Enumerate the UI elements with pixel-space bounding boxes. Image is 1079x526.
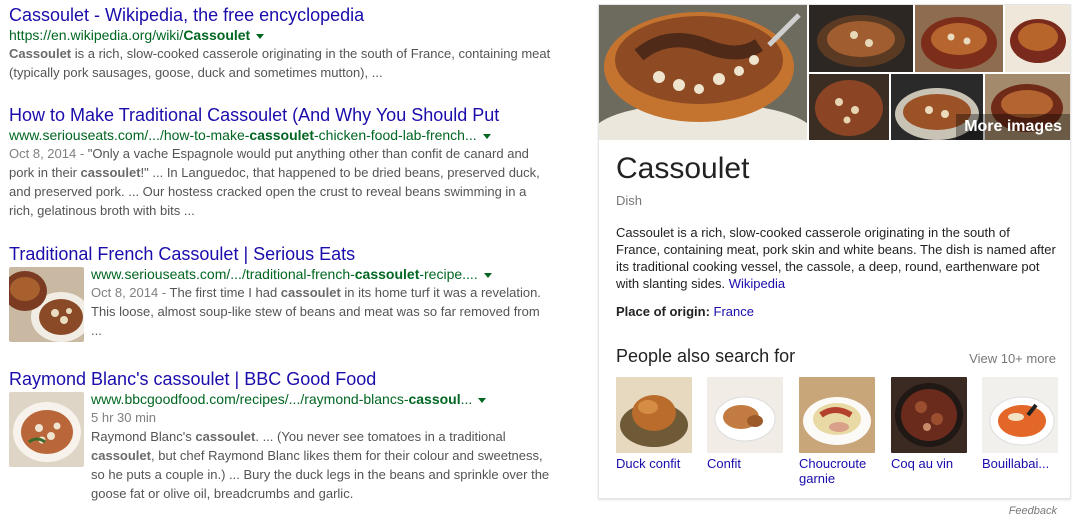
result-title[interactable]: Raymond Blanc's cassoulet | BBC Good Foo… [9, 368, 554, 390]
dropdown-arrow-icon[interactable] [256, 33, 265, 39]
image-main[interactable] [599, 5, 807, 140]
snippet-text: is a rich, slow-cooked casserole origina… [9, 46, 551, 80]
image-thumb-4[interactable] [809, 74, 889, 140]
dropdown-arrow-icon[interactable] [478, 397, 487, 403]
result-title[interactable]: Traditional French Cassoulet | Serious E… [9, 243, 554, 265]
snippet-text: "Only a vache Espagnole would put anythi… [9, 146, 540, 218]
place-of-origin: Place of origin: France [616, 304, 754, 319]
pasf-image [982, 377, 1058, 453]
panel-title: Cassoulet [616, 152, 750, 185]
result-url: www.bbcgoodfood.com/recipes/.../raymond-… [91, 390, 554, 408]
wikipedia-link[interactable]: Wikipedia [729, 276, 785, 291]
snippet-keyword: cassoulet [195, 429, 256, 444]
pasf-item-coq-au-vin[interactable]: Coq au vin [891, 377, 967, 471]
result-1: Cassoulet - Wikipedia, the free encyclop… [9, 4, 554, 82]
panel-description: Cassoulet is a rich, slow-cooked cassero… [616, 224, 1056, 292]
url-text: www.seriouseats.com/.../traditional-fren… [91, 266, 355, 282]
result-date: Oct 8, 2014 - [91, 285, 170, 300]
snippet-keyword: Cassoulet [9, 46, 72, 61]
result-thumbnail[interactable] [9, 267, 84, 342]
pasf-label: Confit [707, 456, 741, 471]
snippet-text: , but chef Raymond Blanc likes them for … [91, 448, 550, 501]
description-text: Cassoulet is a rich, slow-cooked cassero… [616, 225, 1056, 291]
snippet-keyword: cassoulet [91, 448, 151, 463]
snippet-keyword: cassoulet [80, 165, 141, 180]
panel-subtitle: Dish [616, 193, 643, 208]
image-strip: More images [599, 5, 1070, 140]
image-thumb-1[interactable] [809, 5, 913, 72]
url-bold: cassoul [408, 391, 461, 407]
result-snippet: Oct 8, 2014 - The first time I had casso… [91, 283, 554, 340]
dropdown-arrow-icon[interactable] [482, 133, 491, 139]
more-images-button[interactable]: More images [956, 114, 1070, 140]
result-snippet: Oct 8, 2014 - "Only a vache Espagnole wo… [9, 144, 554, 220]
result-snippet: Raymond Blanc's cassoulet. ... (You neve… [91, 427, 554, 503]
url-bold: Cassoulet [183, 27, 251, 43]
result-url: www.seriouseats.com/.../how-to-make-cass… [9, 126, 554, 144]
pasf-item-choucroute-garnie[interactable]: Choucroute garnie [799, 377, 875, 486]
snippet-text: Raymond Blanc's [91, 429, 196, 444]
url-tail: -recipe.... [419, 266, 478, 282]
origin-link[interactable]: France [714, 304, 754, 319]
feedback-link[interactable]: Feedback [1009, 505, 1057, 517]
result-url: www.seriouseats.com/.../traditional-fren… [91, 265, 554, 283]
image-thumb-3[interactable] [1005, 5, 1070, 72]
recipe-duration: 5 hr 30 min [91, 410, 157, 425]
result-4: Raymond Blanc's cassoulet | BBC Good Foo… [9, 368, 554, 503]
url-text: https://en.wikipedia.org/wiki/ [9, 27, 184, 43]
pasf-image [616, 377, 692, 453]
pasf-label: Duck confit [616, 456, 681, 471]
result-3: Traditional French Cassoulet | Serious E… [9, 243, 554, 342]
result-url: https://en.wikipedia.org/wiki/Cassoulet [9, 26, 554, 44]
url-tail: -chicken-food-lab-french... [314, 127, 477, 143]
url-text: www.bbcgoodfood.com/recipes/.../raymond-… [91, 391, 409, 407]
pasf-item-confit[interactable]: Confit [707, 377, 783, 471]
url-text: www.seriouseats.com/.../how-to-make- [9, 127, 250, 143]
image-thumb-2[interactable] [915, 5, 1003, 72]
url-bold: cassoulet [354, 266, 420, 282]
result-2: How to Make Traditional Cassoulet (And W… [9, 104, 554, 220]
result-thumbnail[interactable] [9, 392, 84, 467]
snippet-text: The first time I had [169, 285, 281, 300]
result-title[interactable]: How to Make Traditional Cassoulet (And W… [9, 104, 554, 126]
pasf-image [799, 377, 875, 453]
pasf-item-bouillabaisse[interactable]: Bouillabai... [982, 377, 1058, 471]
pasf-item-duck-confit[interactable]: Duck confit [616, 377, 692, 471]
origin-label: Place of origin: [616, 304, 714, 319]
url-tail: ... [460, 391, 473, 407]
knowledge-panel: More images Cassoulet Dish Cassoulet is … [598, 4, 1071, 499]
view-more-link[interactable]: View 10+ more [969, 351, 1056, 366]
result-snippet: Cassoulet is a rich, slow-cooked cassero… [9, 44, 554, 82]
snippet-keyword: cassoulet [280, 285, 341, 300]
pasf-image [891, 377, 967, 453]
dropdown-arrow-icon[interactable] [483, 272, 492, 278]
url-bold: cassoulet [249, 127, 314, 143]
pasf-label: Choucroute garnie [799, 456, 867, 486]
pasf-label: Coq au vin [891, 456, 954, 471]
result-title[interactable]: Cassoulet - Wikipedia, the free encyclop… [9, 4, 554, 26]
pasf-label: Bouillabai... [982, 456, 1050, 471]
people-also-search-heading: People also search for [616, 346, 796, 366]
pasf-image [707, 377, 783, 453]
snippet-text: . ... (You never see tomatoes in a tradi… [255, 429, 506, 444]
result-date: Oct 8, 2014 - [9, 146, 88, 161]
